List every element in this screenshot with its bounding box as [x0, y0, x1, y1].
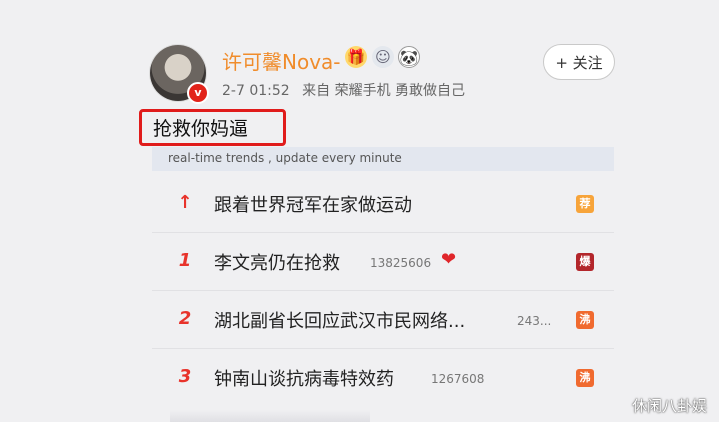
trend-title[interactable]: 李文亮仍在抢救 — [214, 249, 340, 275]
author-name[interactable]: 许可馨Nova- — [222, 46, 341, 75]
trend-row-partial — [170, 410, 370, 422]
post-meta: 2-7 01:52 来自 荣耀手机 勇敢做自己 — [222, 80, 465, 100]
trend-badge: 沸 — [576, 311, 594, 329]
heart-icon: ❤ — [441, 249, 457, 270]
post-text: 抢救你妈逼 — [153, 118, 249, 140]
trend-count: 1267608 — [431, 372, 485, 386]
watermark: 休闲八卦娱 — [631, 397, 707, 415]
post-time: 2-7 01:52 — [222, 83, 290, 99]
trend-rank: 3 — [178, 366, 192, 387]
trend-row[interactable]: 1 李文亮仍在抢救 13825606 ❤ 爆 — [0, 234, 719, 290]
trends-header: real-time trends , update every minute — [168, 151, 402, 165]
trend-badge: 爆 — [576, 253, 594, 271]
trend-rank: 2 — [178, 308, 192, 329]
divider — [152, 232, 614, 233]
trend-row[interactable]: 3 钟南山谈抗病毒特效药 1267608 沸 — [0, 350, 719, 406]
pinned-up-icon: ↑ — [177, 192, 193, 213]
verified-icon: v — [187, 82, 209, 104]
gift-emoji-icon: 🎁 — [345, 46, 367, 68]
trend-badge: 荐 — [576, 195, 594, 213]
divider — [152, 348, 614, 349]
trend-title[interactable]: 湖北副省长回应武汉市民网络... — [214, 307, 465, 333]
trend-count: 13825606 — [370, 256, 432, 270]
divider — [152, 290, 614, 291]
trend-count: 243... — [517, 314, 552, 328]
trend-title[interactable]: 钟南山谈抗病毒特效药 — [214, 365, 394, 391]
trend-rank: 1 — [178, 250, 192, 271]
trend-row[interactable]: 2 湖北副省长回应武汉市民网络... 243... 沸 — [0, 292, 719, 348]
follow-button[interactable]: + 关注 — [543, 44, 615, 80]
trend-row[interactable]: ↑ 跟着世界冠军在家做运动 荐 — [0, 176, 719, 232]
trend-badge: 沸 — [576, 369, 594, 387]
panda-emoji-icon: 🐼 — [398, 46, 420, 68]
trend-title[interactable]: 跟着世界冠军在家做运动 — [214, 191, 412, 217]
post-source: 来自 荣耀手机 勇敢做自己 — [302, 83, 466, 99]
medal-emoji-icon: ☺ — [372, 46, 394, 68]
